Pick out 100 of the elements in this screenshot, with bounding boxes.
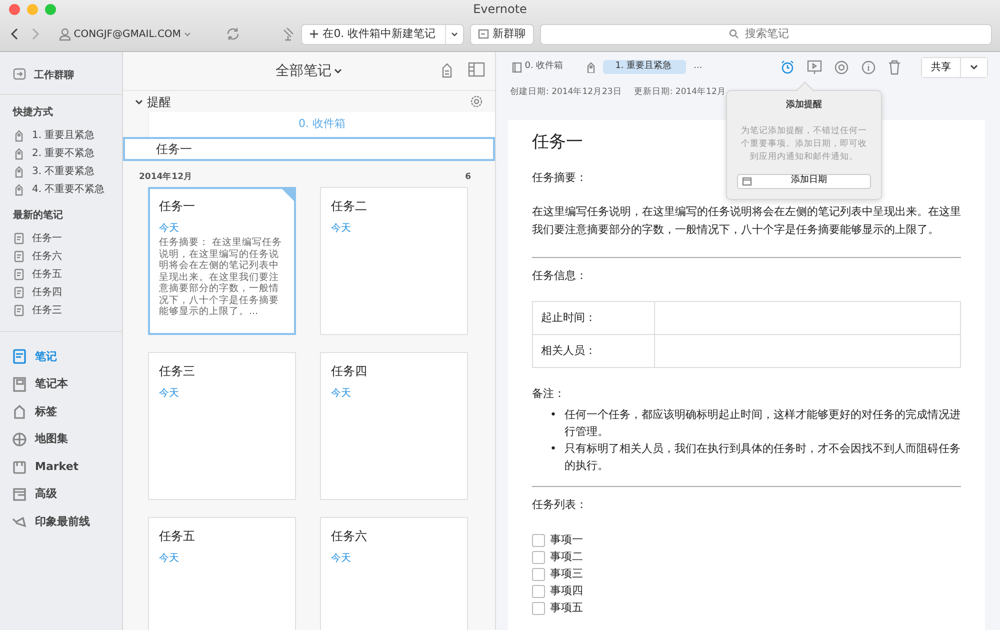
caret-icon <box>184 31 191 37</box>
section-label: 任务列表： <box>532 497 587 514</box>
tag-icon <box>13 128 25 142</box>
view-title-menu[interactable]: 全部笔记 <box>276 60 342 82</box>
globe-icon <box>12 432 27 447</box>
nav-item[interactable]: 笔记本 <box>0 370 122 398</box>
created-date: 创建日期: 2014年12月23日 <box>510 86 622 99</box>
add-date-button[interactable]: 添加日期 <box>737 174 871 188</box>
shortcut-item[interactable]: 1. 重要且紧急 <box>0 126 122 144</box>
checkbox[interactable] <box>532 584 545 598</box>
new-note-label: 在0. 收件箱中新建笔记 <box>322 26 436 42</box>
note-card[interactable]: 任务四 今天 <box>320 352 468 500</box>
recent-note-item[interactable]: 任务四 <box>0 283 122 301</box>
tag-icon <box>12 404 27 420</box>
notebook-icon <box>12 376 27 392</box>
note-title: 任务五 <box>159 528 196 544</box>
notebook-link[interactable]: 0. 收件箱 <box>512 60 564 74</box>
zoom-button[interactable] <box>45 4 56 15</box>
reminder-item[interactable]: 任务一 <box>123 137 495 161</box>
note-title: 任务三 <box>159 363 196 379</box>
checkbox[interactable] <box>532 568 545 581</box>
recent-note-item[interactable]: 任务三 <box>0 301 122 319</box>
tag-icon[interactable] <box>585 61 596 73</box>
shortcut-item[interactable]: 3. 不重要紧急 <box>0 162 122 180</box>
note-date: 今天 <box>331 222 351 235</box>
caret-icon <box>334 68 342 74</box>
info-icon[interactable] <box>861 60 876 74</box>
checkbox[interactable] <box>532 534 545 547</box>
reminder-group-label: 0. 收件箱 <box>148 112 495 137</box>
note-icon <box>13 232 25 244</box>
task-label: 事项四 <box>550 583 583 600</box>
checkbox[interactable] <box>532 602 545 615</box>
sync-icon[interactable] <box>224 26 241 42</box>
note-count: 6 <box>465 171 471 184</box>
bullet-text: 只有标明了相关人员，我们在执行到具体的任务时，才不会因找不到人而阻碍任务的执行。 <box>564 441 961 474</box>
calendar-icon <box>742 176 752 186</box>
section-label: 任务摘要： <box>532 170 587 186</box>
person-icon <box>59 27 71 41</box>
recent-note-item[interactable]: 任务一 <box>0 229 122 247</box>
bullet-mark: • <box>550 407 556 424</box>
tag-icon[interactable] <box>440 62 454 78</box>
note-date: 今天 <box>159 222 179 235</box>
shortcut-item[interactable]: 4. 不重要不紧急 <box>0 180 122 198</box>
alarm-clock-icon[interactable] <box>780 60 795 74</box>
task-label: 事项三 <box>550 566 583 582</box>
note-card[interactable]: 任务三 今天 <box>148 352 296 500</box>
nav-item[interactable]: 高级 <box>0 480 122 508</box>
nav-item[interactable]: Market <box>0 453 122 480</box>
nav-item[interactable]: 地图集 <box>0 426 122 453</box>
note-icon <box>13 268 25 280</box>
tag-icon <box>13 182 25 196</box>
section-heading: 快捷方式 <box>0 94 122 120</box>
account-menu[interactable]: CONGJF@GMAIL.COM <box>59 26 191 42</box>
layout-icon[interactable] <box>468 62 485 77</box>
tag-icon <box>13 164 25 178</box>
note-title: 任务四 <box>331 363 368 379</box>
nav-item[interactable]: 标签 <box>0 398 122 426</box>
new-chat-button[interactable]: 新群聊 <box>470 24 534 44</box>
trash-icon[interactable] <box>888 60 901 74</box>
note-title: 任务一 <box>159 198 196 214</box>
caret-icon <box>970 64 978 70</box>
note-date: 今天 <box>331 552 351 565</box>
bag-icon <box>12 459 27 474</box>
tag-chip[interactable]: 1. 重要且紧急 <box>603 60 686 74</box>
settings-icon[interactable] <box>470 95 483 108</box>
note-title: 任务六 <box>331 528 368 544</box>
notebook-icon <box>512 62 522 72</box>
search-field[interactable]: 搜索笔记 <box>540 24 992 44</box>
recent-note-item[interactable]: 任务六 <box>0 247 122 265</box>
shortcut-item[interactable]: 2. 重要不紧急 <box>0 144 122 162</box>
tag-icon <box>13 146 25 160</box>
presentation-icon[interactable] <box>807 60 822 74</box>
note-icon <box>13 304 25 316</box>
new-note-button[interactable]: 在0. 收件箱中新建笔记 <box>300 24 464 44</box>
section-label: 任务信息： <box>532 268 587 284</box>
note-card[interactable]: 任务一 今天 任务摘要： 在这里编写任务说明，在这里编写的任务说明将会在左侧的笔记列表中呈现出来。在这里我们要注意摘要部分的字数，一般情况下，八十个字是任务摘要能够显示的上限了。... <box>148 187 296 335</box>
note-icon <box>13 286 25 298</box>
checkbox[interactable] <box>532 550 545 564</box>
search-input[interactable]: 搜索笔记 <box>742 24 803 44</box>
note-title: 任务二 <box>331 198 368 214</box>
note-date: 今天 <box>331 387 351 400</box>
task-label: 事项五 <box>550 600 583 616</box>
note-card[interactable]: 任务六 今天 <box>320 517 468 630</box>
account-name: CONGJF@GMAIL.COM <box>74 28 181 42</box>
recent-note-item[interactable]: 任务五 <box>0 265 122 283</box>
table-cell: 相关人员： <box>532 334 654 368</box>
section-heading: 最新的笔记 <box>12 208 64 223</box>
plus-icon <box>308 29 319 39</box>
work-chat-item[interactable]: 工作群聊 <box>0 60 122 90</box>
window-title: Evernote <box>473 1 527 18</box>
more-tags[interactable]: ... <box>694 60 702 74</box>
share-menu-button[interactable] <box>960 58 987 76</box>
popover-title: 添加提醒 <box>785 99 823 112</box>
nav-item[interactable]: 印象最前线 <box>0 508 122 536</box>
note-card[interactable]: 任务五 今天 <box>148 517 296 630</box>
note-card[interactable]: 任务二 今天 <box>320 187 468 335</box>
caret-icon[interactable] <box>135 98 143 104</box>
close-button[interactable] <box>9 4 20 15</box>
corner-flag <box>282 189 294 201</box>
note-paragraph: 在这里编写任务说明，在这里编写的任务说明将会在左侧的笔记列表中呈现出来。在这里我们要注意摘要部分的字数，一般情况下，八十个字是任务摘要能够显示的上限了。 <box>532 204 961 238</box>
